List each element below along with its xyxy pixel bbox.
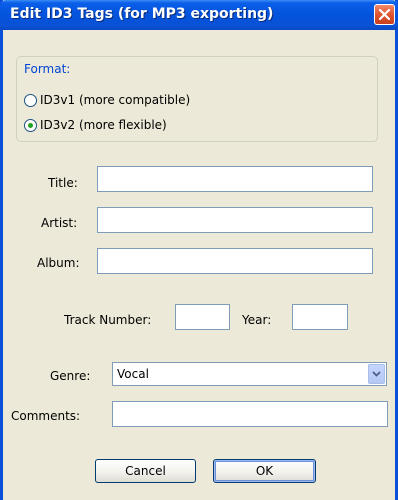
genre-label: Genre: — [50, 369, 91, 383]
radio-id3v2[interactable]: ID3v2 (more flexible) — [24, 118, 167, 132]
genre-value: Vocal — [117, 367, 149, 381]
cancel-button[interactable]: Cancel — [95, 459, 196, 483]
radio-id3v1[interactable]: ID3v1 (more compatible) — [24, 93, 190, 107]
album-label: Album: — [37, 256, 80, 270]
title-bar[interactable]: Edit ID3 Tags (for MP3 exporting) — [0, 0, 398, 30]
album-input[interactable] — [97, 248, 373, 274]
title-label: Title: — [48, 176, 78, 190]
ok-button[interactable]: OK — [213, 459, 316, 483]
comments-input[interactable] — [112, 401, 388, 427]
close-icon — [379, 9, 390, 20]
radio-id3v1-circle[interactable] — [24, 93, 37, 107]
track-number-input[interactable] — [175, 304, 230, 330]
track-number-label: Track Number: — [64, 313, 152, 327]
year-label: Year: — [242, 313, 272, 327]
radio-id3v2-circle[interactable] — [24, 118, 37, 132]
chevron-down-icon — [372, 371, 381, 377]
window-title: Edit ID3 Tags (for MP3 exporting) — [10, 6, 274, 22]
comments-label: Comments: — [11, 409, 81, 423]
artist-input[interactable] — [97, 207, 373, 233]
radio-id3v1-label[interactable]: ID3v1 (more compatible) — [40, 93, 190, 107]
radio-id3v2-label[interactable]: ID3v2 (more flexible) — [40, 118, 167, 132]
format-legend: Format: — [22, 62, 73, 76]
genre-dropdown-button[interactable] — [368, 364, 385, 384]
close-button[interactable] — [374, 4, 395, 25]
year-input[interactable] — [292, 304, 348, 330]
artist-label: Artist: — [41, 216, 78, 230]
title-input[interactable] — [97, 166, 373, 192]
genre-select[interactable]: Vocal — [112, 362, 387, 386]
